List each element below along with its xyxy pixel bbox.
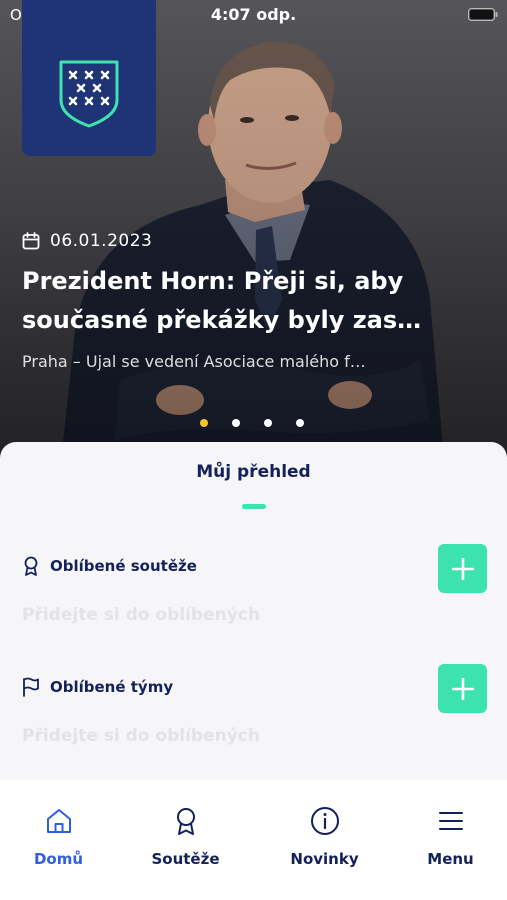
info-icon — [310, 807, 339, 835]
bottom-tab-bar: Domů Soutěže Novinky Menu — [0, 780, 507, 900]
favorite-competitions-empty-text: Přidejte si do oblíbených — [22, 605, 260, 625]
award-icon — [176, 808, 195, 835]
overview-tab-indicator — [242, 504, 266, 509]
shield-crest-icon — [59, 60, 119, 128]
add-favorite-team-button[interactable] — [438, 664, 487, 713]
tab-menu-label: Menu — [427, 850, 474, 868]
plus-icon — [451, 557, 474, 580]
favorite-competitions-header: Oblíbené soutěže — [22, 556, 197, 576]
home-icon — [46, 809, 71, 833]
menu-icon — [438, 812, 463, 830]
article-date-row: 06.01.2023 — [22, 230, 152, 252]
article-date: 06.01.2023 — [50, 231, 153, 251]
article-excerpt: Praha – Ujal se vedení Asociace malého f… — [22, 352, 366, 371]
plus-icon — [451, 677, 474, 700]
favorite-teams-empty-text: Přidejte si do oblíbených — [22, 726, 260, 746]
favorite-teams-header: Oblíbené týmy — [22, 677, 173, 697]
article-title-line-1: Prezident Horn: Přeji si, aby — [22, 267, 404, 295]
add-favorite-competition-button[interactable] — [438, 544, 487, 593]
award-icon — [24, 556, 38, 576]
overview-title: Můj přehled — [196, 462, 311, 482]
favorite-competitions-label: Oblíbené soutěže — [50, 557, 197, 575]
tab-competitions-label: Soutěže — [151, 850, 220, 868]
pager-dot[interactable] — [232, 419, 240, 427]
featured-article-carousel[interactable]: Operátor 4:07 odp. — [0, 0, 507, 470]
article-title[interactable]: Prezident Horn: Přeji si, aby současné p… — [22, 262, 492, 340]
calendar-icon — [22, 232, 40, 250]
article-title-line-2: současné překážky byly zas… — [22, 306, 422, 334]
tab-home-label: Domů — [33, 850, 84, 868]
tab-menu[interactable]: Menu — [387, 780, 507, 900]
tab-competitions[interactable]: Soutěže — [122, 780, 249, 900]
pager-dot[interactable] — [296, 419, 304, 427]
pager-dot[interactable] — [264, 419, 272, 427]
pager-dot[interactable] — [200, 419, 208, 427]
overview-sheet: Můj přehled Oblíbené soutěže Přidejte si… — [0, 442, 507, 780]
tab-home[interactable]: Domů — [0, 780, 122, 900]
battery-icon — [468, 8, 498, 21]
club-crest-badge[interactable] — [22, 0, 156, 156]
flag-icon — [23, 677, 39, 697]
tab-news[interactable]: Novinky — [261, 780, 388, 900]
favorite-teams-label: Oblíbené týmy — [50, 678, 174, 696]
tab-news-label: Novinky — [290, 850, 359, 868]
carousel-pager[interactable] — [200, 419, 304, 427]
